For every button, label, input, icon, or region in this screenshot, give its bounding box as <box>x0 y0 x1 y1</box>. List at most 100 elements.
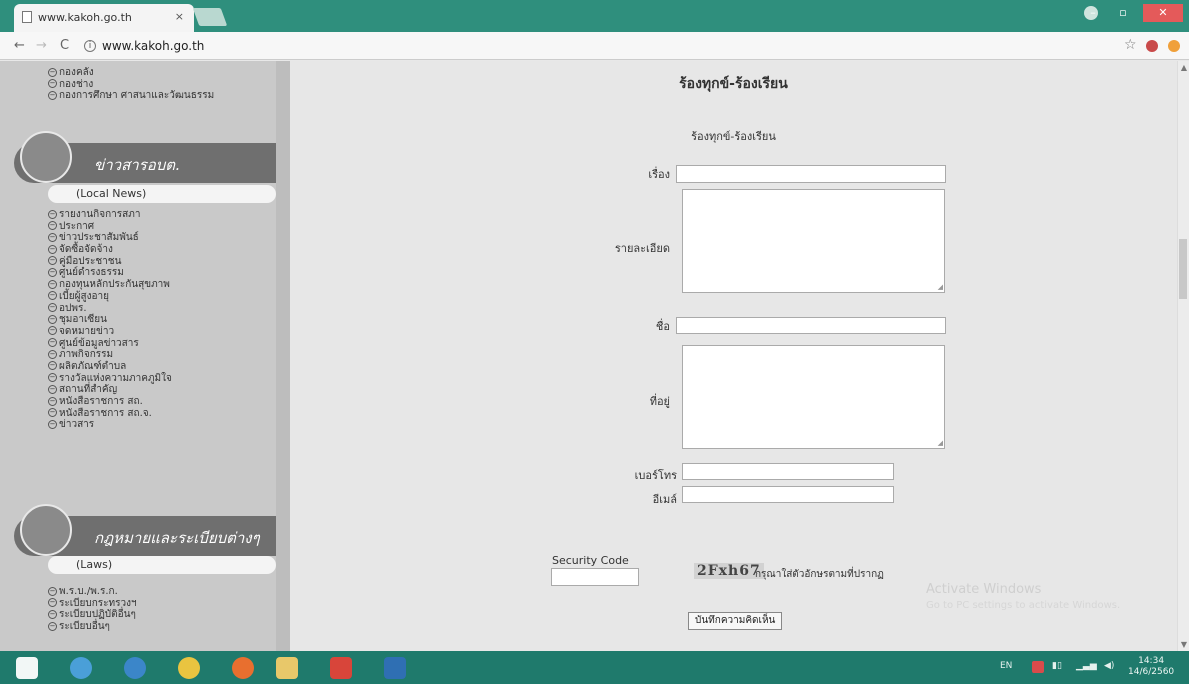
star-icon[interactable]: ☆ <box>1124 37 1137 53</box>
language-indicator[interactable]: EN <box>1000 661 1012 671</box>
firefox-icon[interactable] <box>232 657 254 679</box>
sidebar-menu-item[interactable]: − จัดซื้อจัดจ้าง <box>48 244 172 256</box>
sidebar-menu-item[interactable]: − ระเบียบปฏิบัติอื่นๆ <box>48 609 137 621</box>
bullet-icon: − <box>48 209 57 219</box>
subject-input[interactable] <box>676 165 946 183</box>
sidebar-menu-item-label: ประกาศ <box>59 220 95 232</box>
sidebar-menu-item[interactable]: − กองการศึกษา ศาสนาและวัฒนธรรม <box>48 90 214 102</box>
sidebar-menu-item[interactable]: − ชุมอาเซียน <box>48 314 172 326</box>
phone-input[interactable] <box>682 463 894 480</box>
sidebar-menu-item-label: กองทุนหลักประกันสุขภาพ <box>59 279 170 291</box>
bullet-icon: − <box>48 79 57 89</box>
sidebar-menu-item-label: ระเบียบอื่นๆ <box>59 621 110 633</box>
app-icon-blue[interactable] <box>70 657 92 679</box>
phone-label: เบอร์โทร <box>634 469 677 482</box>
scroll-up-icon[interactable]: ▲ <box>1181 63 1187 72</box>
network-icon[interactable]: ▮▯ <box>1052 661 1062 671</box>
word-icon[interactable] <box>384 657 406 679</box>
sidebar-menu-item[interactable]: − ศูนย์ดำรงธรรม <box>48 267 172 279</box>
extension-icon-orange[interactable] <box>1168 40 1180 52</box>
sidebar-menu-item[interactable]: − อปพร. <box>48 303 172 315</box>
taskbar-clock[interactable]: 14:34 14/6/2560 <box>1128 656 1174 678</box>
name-input[interactable] <box>676 317 946 334</box>
sidebar-menu-item-label: พ.ร.บ./พ.ร.ก. <box>59 586 118 597</box>
extension-icon-red[interactable] <box>1146 40 1158 52</box>
sidebar-menu-item-label: สถานที่สำคัญ <box>59 384 118 396</box>
windows-start-icon[interactable] <box>16 657 38 679</box>
bullet-icon: − <box>48 396 57 406</box>
sidebar-menu-item-label: รายงานกิจการสภา <box>59 209 141 220</box>
maximize-button[interactable]: ▫ <box>1110 4 1136 22</box>
new-tab-button[interactable] <box>192 8 228 26</box>
sidebar-menu-item[interactable]: − ผลิตภัณฑ์ตำบล <box>48 361 172 373</box>
notification-icon[interactable] <box>1032 661 1044 673</box>
details-textarea[interactable]: ◢ <box>682 189 945 293</box>
bullet-icon: − <box>48 291 57 301</box>
sidebar-menu-item[interactable]: − กองคลัง <box>48 67 214 79</box>
signal-icon[interactable]: ▁▃▅ <box>1076 661 1097 671</box>
sidebar-menu-item-label: ระเบียบกระทรวงฯ <box>59 597 137 609</box>
captcha-image: 2Fxh67 <box>694 563 764 579</box>
address-bar[interactable]: www.kakoh.go.th <box>102 39 204 53</box>
file-explorer-icon[interactable] <box>276 657 298 679</box>
page-viewport: − กองคลัง − กองช่าง − กองการศึกษา ศาสนาและวัฒ… <box>0 61 1189 651</box>
page-scrollbar[interactable]: ▲ ▼ <box>1177 61 1189 651</box>
sidebar-menu-item[interactable]: − สถานที่สำคัญ <box>48 384 172 396</box>
laws-banner: กฎหมายและระเบียบต่างๆ <box>14 504 276 556</box>
site-info-icon[interactable]: i <box>84 40 96 52</box>
resize-grip-icon[interactable]: ◢ <box>938 439 943 447</box>
news-subtitle: (Local News) <box>48 185 276 203</box>
sidebar-menu-item[interactable]: − รายงานกิจการสภา <box>48 209 172 221</box>
back-button[interactable]: ← <box>14 38 25 53</box>
bullet-icon: − <box>48 598 57 608</box>
subject-label: เรื่อง <box>648 168 670 181</box>
scroll-thumb[interactable] <box>1179 239 1187 299</box>
sidebar-menu-item-label: ชุมอาเซียน <box>59 314 107 326</box>
browser-tab[interactable]: www.kakoh.go.th × <box>14 4 194 32</box>
sidebar-menu-item[interactable]: − เบี้ยผู้สูงอายุ <box>48 291 172 303</box>
bullet-icon: − <box>48 586 57 596</box>
sidebar-menu-item[interactable]: − พ.ร.บ./พ.ร.ก. <box>48 586 137 598</box>
sidebar-menu-item-label: ข่าวสาร <box>59 419 95 431</box>
sidebar-menu-item[interactable]: − รางวัลแห่งความภาคภูมิใจ <box>48 373 172 385</box>
tab-close-button[interactable]: × <box>175 10 184 23</box>
sidebar-menu-item[interactable]: − ระเบียบอื่นๆ <box>48 621 137 633</box>
sidebar-menu-item[interactable]: − คู่มือประชาชน <box>48 256 172 268</box>
forward-button[interactable]: → <box>36 38 47 53</box>
sidebar-menu-item[interactable]: − ภาพกิจกรรม <box>48 349 172 361</box>
bullet-icon: − <box>48 609 57 619</box>
email-input[interactable] <box>682 486 894 503</box>
bullet-icon: − <box>48 338 57 348</box>
reload-button[interactable]: C <box>60 38 69 53</box>
window-close-button[interactable]: ✕ <box>1143 4 1183 22</box>
wheat-logo-icon <box>20 504 72 556</box>
sidebar-menu-item-label: อปพร. <box>59 302 87 314</box>
minimize-button[interactable]: – <box>1080 4 1106 22</box>
volume-icon[interactable]: ◀) <box>1104 661 1114 671</box>
sidebar-menu-item-label: ข่าวประชาสัมพันธ์ <box>59 232 139 244</box>
sidebar-menu-item-label: ศูนย์ดำรงธรรม <box>59 267 124 279</box>
sidebar-menu-item[interactable]: − ข่าวประชาสัมพันธ์ <box>48 232 172 244</box>
sidebar-menu-item[interactable]: − หนังสือราชการ สถ.จ. <box>48 408 172 420</box>
bullet-icon: − <box>48 244 57 254</box>
address-textarea[interactable]: ◢ <box>682 345 945 449</box>
sidebar-menu-item[interactable]: − ข่าวสาร <box>48 419 172 431</box>
sidebar-menu-item[interactable]: − กองทุนหลักประกันสุขภาพ <box>48 279 172 291</box>
sidebar-menu-item[interactable]: − กองช่าง <box>48 79 214 91</box>
resize-grip-icon[interactable]: ◢ <box>938 283 943 291</box>
security-code-input[interactable] <box>551 568 639 586</box>
internet-explorer-icon[interactable] <box>124 657 146 679</box>
sidebar-menu-item[interactable]: − ประกาศ <box>48 221 172 233</box>
bullet-icon: − <box>48 349 57 359</box>
scroll-down-icon[interactable]: ▼ <box>1181 640 1187 649</box>
sidebar-menu-item[interactable]: − จดหมายข่าว <box>48 326 172 338</box>
sidebar-menu-item[interactable]: − ศูนย์ข้อมูลข่าวสาร <box>48 338 172 350</box>
sidebar-menu-item[interactable]: − หนังสือราชการ สถ. <box>48 396 172 408</box>
clock-date: 14/6/2560 <box>1128 667 1175 677</box>
submit-button[interactable]: บันทึกความคิดเห็น <box>688 612 783 630</box>
captcha-hint: กรุณาใส่ตัวอักษรตามที่ปรากฏ <box>755 569 884 580</box>
sidebar-menu-item-label: หนังสือราชการ สถ.จ. <box>59 407 152 419</box>
chrome-icon[interactable] <box>178 657 200 679</box>
sidebar-menu-item[interactable]: − ระเบียบกระทรวงฯ <box>48 598 137 610</box>
pdf-reader-icon[interactable] <box>330 657 352 679</box>
